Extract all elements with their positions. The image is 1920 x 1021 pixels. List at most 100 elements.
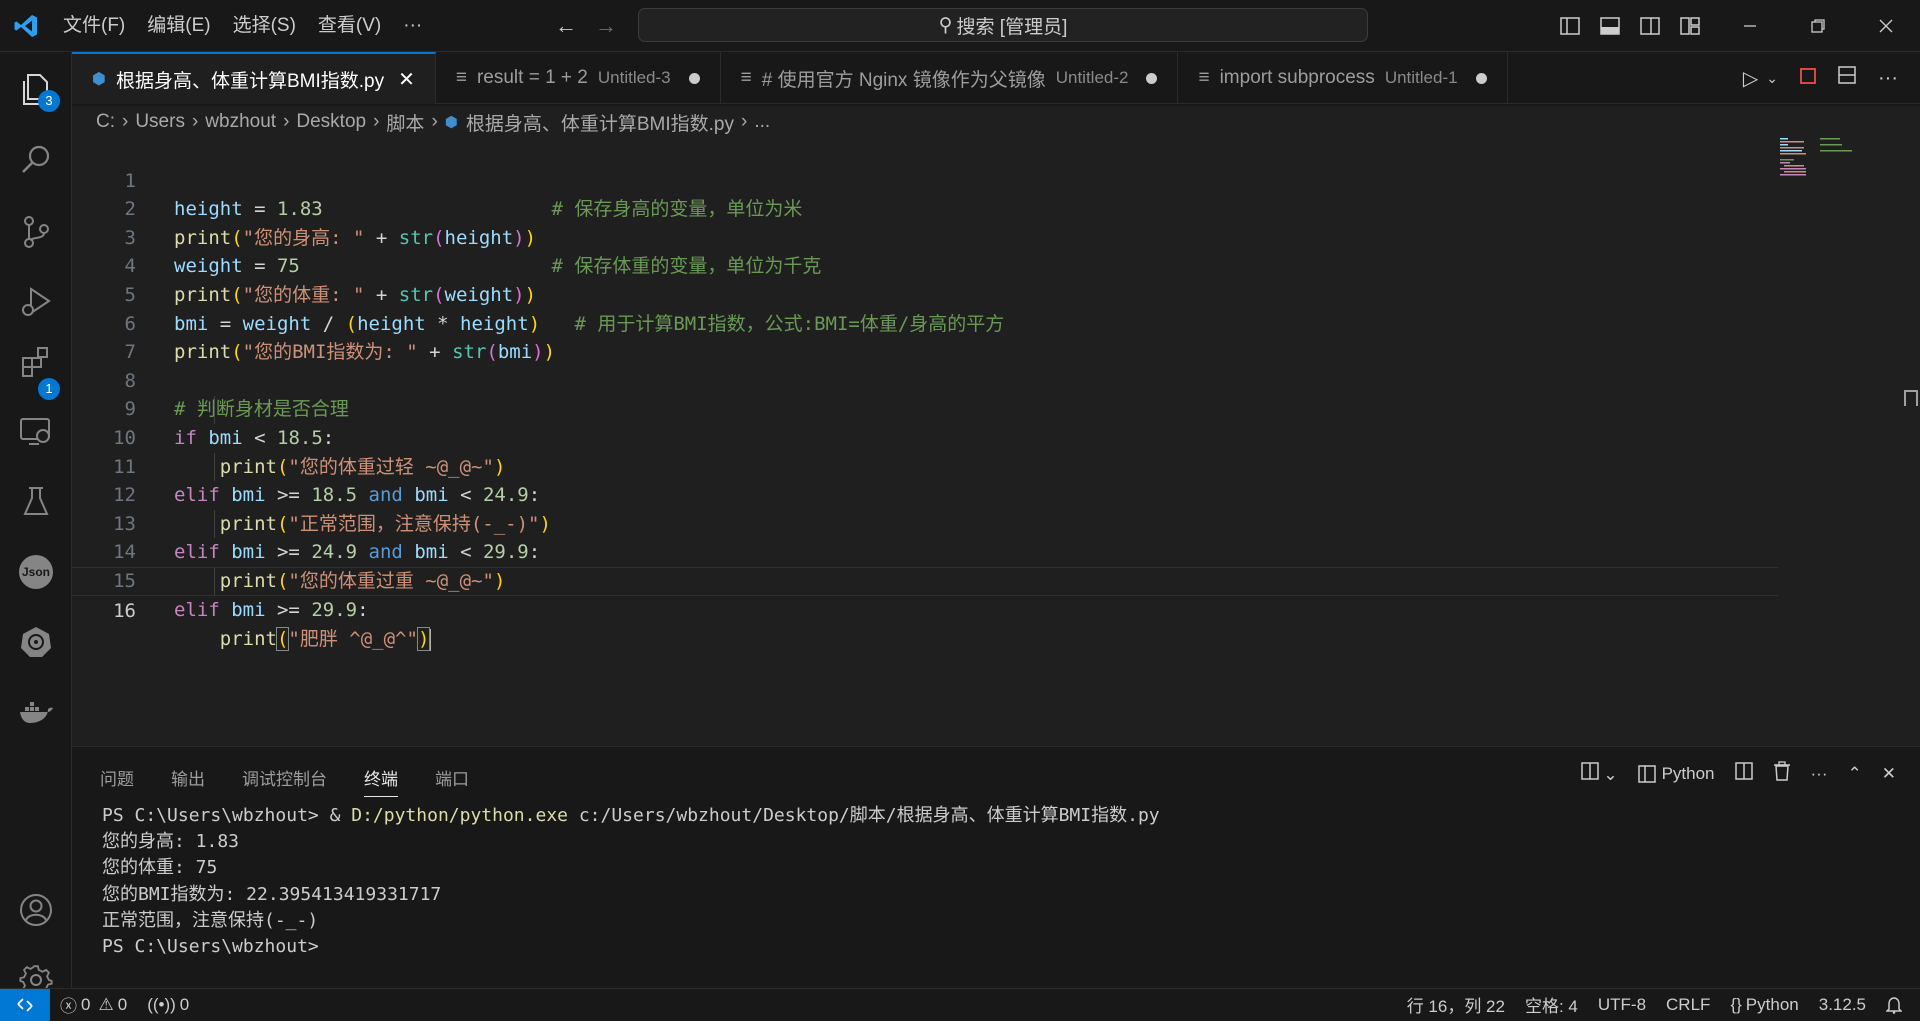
customize-layout-icon[interactable] [1670, 0, 1710, 52]
more-actions-icon[interactable]: ··· [1878, 67, 1898, 90]
minimize-icon[interactable] [1722, 0, 1778, 52]
tab-untitled-2[interactable]: ≡ # 使用官方 Nginx 镜像作为父镜像 Untitled-2 [721, 52, 1179, 104]
toggle-secondary-sidebar-icon[interactable] [1630, 0, 1670, 52]
broadcast-icon: ((•)) [147, 994, 176, 1014]
extensions-icon[interactable] [0, 332, 72, 392]
text-cursor [429, 628, 432, 651]
code-text: elif bmi >= 29.9: [174, 598, 369, 621]
unsaved-dot-icon[interactable] [1475, 72, 1487, 84]
tab-ports[interactable]: 端口 [435, 765, 469, 797]
maximize-panel-icon[interactable]: ⌃ [1848, 764, 1862, 784]
chevron-down-icon[interactable]: ⌄ [1766, 70, 1778, 87]
tab-untitled-3[interactable]: ≡ result = 1 + 2 Untitled-3 [436, 52, 721, 104]
cursor-position[interactable]: 行 16，列 22 [1397, 992, 1515, 1017]
terminal-prompt: PS C:\Users\wbzhout> [102, 936, 319, 958]
code-line: 5 bmi = weight / (height * height) # 用于计… [72, 252, 1778, 335]
encoding-status[interactable]: UTF-8 [1588, 995, 1656, 1015]
breadcrumb-item[interactable]: Desktop [296, 111, 366, 133]
code-text: print("肥胖 ^@_@^") [219, 627, 432, 652]
terminal-line: 您的体重: 75 [102, 857, 218, 879]
title-bar: 文件(F) 编辑(E) 选择(S) 查看(V) ··· ← → ⚲ 搜索 [管理… [0, 0, 1920, 52]
status-bar: ⓧ 0 ⚠ 0 ((•)) 0 行 16，列 22 空格: 4 UTF-8 CR… [0, 988, 1920, 1021]
tab-terminal[interactable]: 终端 [364, 765, 398, 797]
close-panel-icon[interactable]: ✕ [1882, 764, 1896, 784]
close-icon[interactable]: ✕ [398, 67, 415, 92]
text-file-icon: ≡ [455, 67, 467, 88]
accounts-icon[interactable] [0, 880, 72, 940]
menu-view[interactable]: 查看(V) [307, 0, 392, 52]
code-line: 1 height = 1.83 # 保存身高的变量，单位为米 [72, 138, 1778, 221]
remote-indicator-icon[interactable] [0, 988, 50, 1021]
breadcrumb-item[interactable]: 脚本 [386, 109, 424, 136]
breadcrumb-item[interactable]: Users [135, 111, 185, 133]
tab-problems[interactable]: 问题 [100, 765, 134, 797]
menu-edit[interactable]: 编辑(E) [136, 0, 221, 52]
text-file-icon: ≡ [1198, 67, 1210, 88]
eol-status[interactable]: CRLF [1656, 995, 1720, 1015]
unsaved-dot-icon[interactable] [688, 72, 700, 84]
tab-debug-console[interactable]: 调试控制台 [242, 765, 327, 797]
stop-icon[interactable] [1800, 67, 1816, 90]
problems-status[interactable]: ⓧ 0 ⚠ 0 [50, 992, 137, 1017]
new-terminal-split-icon[interactable]: ⌄ [1580, 762, 1618, 785]
code-line: 14 print("您的体重过重 ~@_@~") [72, 510, 1778, 592]
editor-actions: ▷ ⌄ ··· [1743, 52, 1920, 104]
python-version[interactable]: 3.12.5 [1809, 995, 1876, 1015]
indentation-status[interactable]: 空格: 4 [1515, 992, 1588, 1017]
breadcrumb-item[interactable]: wbzhout [205, 111, 276, 133]
breadcrumb-item[interactable]: 根据身高、体重计算BMI指数.py [466, 109, 734, 136]
search-view-icon[interactable] [0, 130, 72, 190]
terminal-icon [1637, 764, 1656, 783]
terminal-script: c:/Users/wbzhout/Desktop/脚本/根据身高、体重计算BMI… [568, 805, 1160, 826]
close-window-icon[interactable] [1858, 0, 1914, 52]
ports-status[interactable]: ((•)) 0 [137, 995, 199, 1015]
breadcrumb-item[interactable]: ... [754, 111, 770, 133]
tab-output[interactable]: 输出 [171, 765, 205, 797]
toggle-panel-icon[interactable] [1590, 0, 1630, 52]
tab-label: result = 1 + 2 [476, 67, 588, 88]
terminal-exe: D:/python/python.exe [351, 805, 568, 826]
json-icon[interactable]: Json [0, 542, 72, 602]
more-actions-icon[interactable]: ··· [1811, 764, 1828, 784]
scrollbar-marker[interactable] [1904, 390, 1918, 406]
command-center-search[interactable]: ⚲ 搜索 [管理员] [638, 8, 1368, 42]
remote-explorer-icon[interactable] [0, 402, 72, 462]
trash-icon[interactable] [1773, 761, 1791, 786]
explorer-icon[interactable] [0, 60, 72, 120]
activity-bar: 3 1 Json [0, 52, 72, 997]
terminal-python-selector[interactable]: Python [1637, 764, 1715, 784]
split-editor-icon[interactable] [1838, 66, 1856, 90]
forward-arrow-icon[interactable]: → [592, 12, 620, 40]
explorer-badge: 3 [38, 90, 60, 112]
kubernetes-icon[interactable] [0, 612, 72, 672]
code-editor[interactable]: 1 height = 1.83 # 保存身高的变量，单位为米 2 print("… [72, 138, 1920, 746]
testing-icon[interactable] [0, 472, 72, 532]
menu-more[interactable]: ··· [392, 0, 433, 52]
menu-file[interactable]: 文件(F) [52, 0, 136, 52]
breadcrumb-item[interactable]: C: [96, 111, 115, 133]
toggle-primary-sidebar-icon[interactable] [1550, 0, 1590, 52]
run-debug-icon[interactable] [0, 272, 72, 332]
terminal-output[interactable]: PS C:\Users\wbzhout> & D:/python/python.… [102, 803, 1160, 960]
tab-label: import subprocess [1219, 67, 1375, 88]
docker-icon[interactable] [0, 682, 72, 742]
notifications-bell-icon[interactable] [1876, 996, 1920, 1014]
source-control-icon[interactable] [0, 202, 72, 262]
terminal-line: 您的BMI指数为: 22.395413419331717 [102, 883, 442, 905]
restore-icon[interactable] [1790, 0, 1846, 52]
menu-selection[interactable]: 选择(S) [222, 0, 307, 52]
unsaved-dot-icon[interactable] [1146, 72, 1158, 84]
code-line: 10 print("您的体重过轻 ~@_@~") [72, 395, 1778, 478]
back-arrow-icon[interactable]: ← [552, 12, 580, 40]
run-python-icon[interactable]: ▷ [1743, 66, 1758, 91]
code-line: 8 # 判断身材是否合理 [72, 338, 1778, 421]
tab-bmi-py[interactable]: ⬢ 根据身高、体重计算BMI指数.py ✕ [72, 52, 436, 104]
ports-count: 0 [179, 994, 190, 1014]
code-line: 6 print("您的BMI指数为: " + str(bmi)) [72, 281, 1778, 364]
tab-untitled-1[interactable]: ≡ import subprocess Untitled-1 [1178, 52, 1508, 104]
language-mode[interactable]: {} Python [1720, 995, 1808, 1015]
code-line: 7 [72, 310, 1778, 363]
minimap[interactable] [1780, 138, 1860, 178]
tab-sublabel: Untitled-1 [1384, 68, 1458, 87]
split-terminal-icon[interactable] [1734, 762, 1753, 785]
